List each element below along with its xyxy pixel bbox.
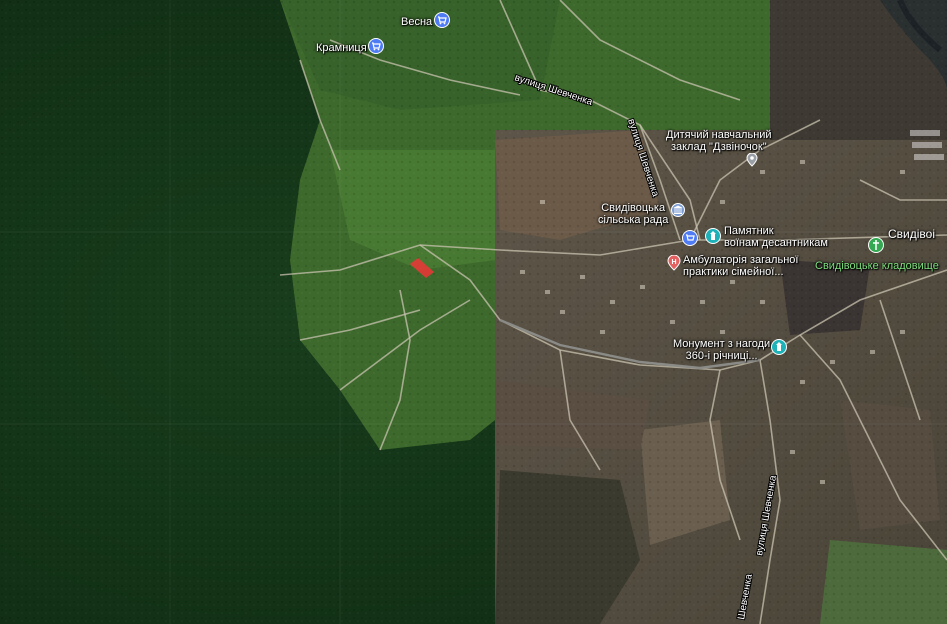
- poi-label-monument-paratroopers[interactable]: Памятник воїнам десантникам: [724, 225, 828, 249]
- poi-label-shop[interactable]: Крамниця: [316, 42, 367, 54]
- poi-monument-360-marker[interactable]: [771, 339, 787, 360]
- poi-label-svydivok-partial[interactable]: Свидівоі: [888, 228, 935, 240]
- poi-label-monument-360-line2: 360-і річниці...: [685, 350, 758, 362]
- poi-label-kindergarten[interactable]: Дитячий навчальний заклад "Дзвіночок": [666, 129, 772, 153]
- place-icon: [746, 152, 758, 167]
- poi-label-monument-paratroopers-line1: Памятник: [724, 225, 774, 237]
- shopping-cart-icon: [682, 230, 698, 246]
- poi-label-vesna[interactable]: Весна: [401, 16, 432, 28]
- poi-label-clinic[interactable]: Амбулаторія загальної практики сімейної.…: [683, 254, 798, 278]
- poi-label-monument-360-line1: Монумент з нагоди: [673, 338, 771, 350]
- poi-council-marker[interactable]: [671, 203, 685, 222]
- poi-cemetery-marker[interactable]: [868, 237, 884, 258]
- poi-monument-paratroopers-marker[interactable]: [705, 228, 721, 249]
- monument-icon: [771, 339, 787, 355]
- poi-vesna-marker[interactable]: [434, 12, 450, 33]
- poi-label-kindergarten-line2: заклад "Дзвіночок": [670, 141, 767, 153]
- poi-label-clinic-line1: Амбулаторія загальної: [683, 254, 799, 266]
- cemetery-icon: [868, 237, 884, 253]
- poi-clinic-marker[interactable]: H: [667, 254, 681, 276]
- poi-shop-marker[interactable]: [368, 38, 384, 59]
- poi-label-kindergarten-line1: Дитячий навчальний: [666, 129, 772, 141]
- poi-kindergarten-marker[interactable]: [746, 152, 758, 172]
- monument-icon: [705, 228, 721, 244]
- poi-label-council-line2: сільська рада: [598, 214, 669, 226]
- hospital-icon: H: [667, 254, 681, 271]
- poi-label-monument-paratroopers-line2: воїнам десантникам: [724, 237, 828, 249]
- poi-label-monument-360[interactable]: Монумент з нагоди 360-і річниці...: [673, 338, 770, 362]
- shopping-cart-icon: [368, 38, 384, 54]
- satellite-map[interactable]: вулиця Шевченка вулиця Шевченка вулиця Ш…: [0, 0, 947, 624]
- poi-label-council[interactable]: Свидівоцька сільська рада: [598, 202, 668, 226]
- svg-text:H: H: [671, 259, 676, 266]
- shopping-cart-icon: [434, 12, 450, 28]
- poi-label-clinic-line2: практики сімейної...: [683, 266, 784, 278]
- government-icon: [671, 203, 685, 217]
- poi-label-council-line1: Свидівоцька: [601, 202, 666, 214]
- poi-shop-near-council-marker[interactable]: [682, 230, 698, 251]
- poi-label-cemetery[interactable]: Свидівоцьке кладовище: [815, 260, 939, 272]
